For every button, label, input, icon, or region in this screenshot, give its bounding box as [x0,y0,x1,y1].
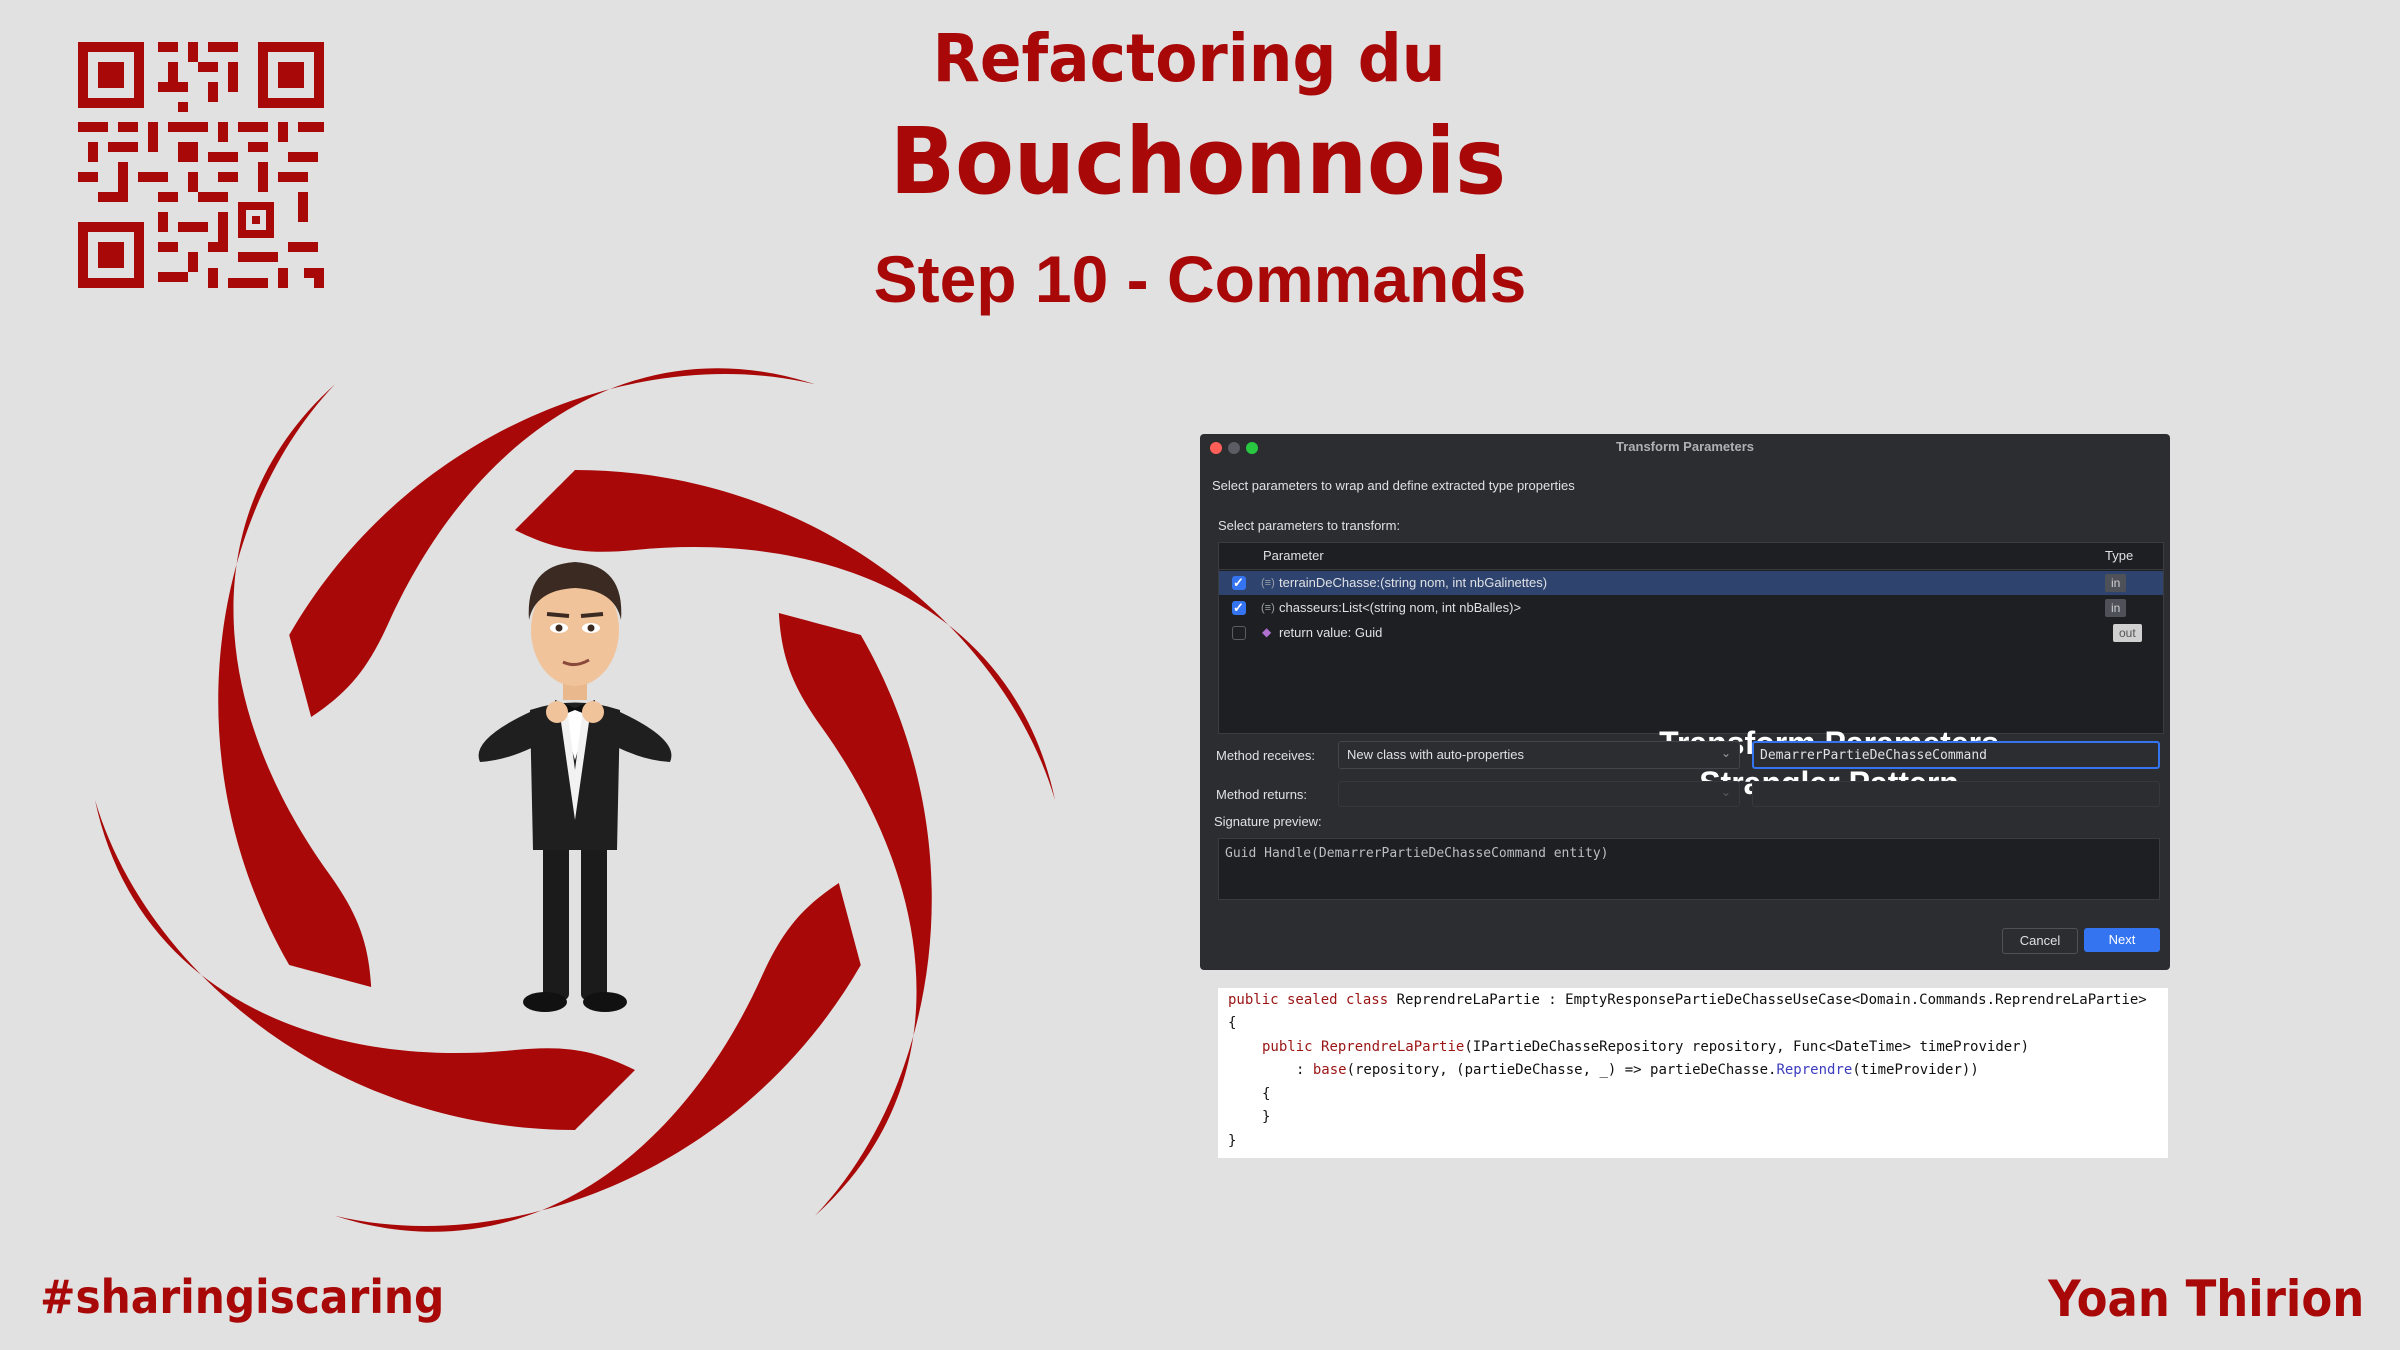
method-receives-label: Method receives: [1216,748,1315,763]
code-snippet: public sealed class ReprendreLaPartie : … [1218,988,2168,1158]
parameter-type-badge[interactable]: out [2113,624,2142,642]
parameter-type-badge[interactable]: in [2105,599,2127,617]
cancel-button[interactable]: Cancel [2002,928,2078,954]
table-row[interactable]: (≡) terrainDeChasse:(string nom, int nbG… [1219,571,2163,595]
table-row[interactable]: (≡) chasseurs:List<(string nom, int nbBa… [1219,596,2163,620]
avatar-in-tuxedo [478,562,672,1012]
select-parameters-label: Select parameters to transform: [1218,518,1401,533]
slide-subtitle: Step 10 - Commands [873,242,1527,316]
signature-preview-text: Guid Handle(DemarrerPartieDeChasseComman… [1225,846,1609,861]
parameter-label: chasseurs:List<(string nom, int nbBalles… [1279,600,1522,615]
code-line: public sealed class ReprendreLaPartie : … [1228,992,2147,1008]
code-line: } [1262,1109,1271,1125]
method-receives-value: New class with auto-properties [1347,747,1525,762]
row-checkbox[interactable] [1232,626,1246,640]
parameter-icon: (≡) [1261,602,1275,614]
parameter-type-badge[interactable]: in [2105,574,2127,592]
column-header-type[interactable]: Type [2105,543,2133,569]
class-name-value: DemarrerPartieDeChasseCommand [1760,748,1987,763]
parameters-table: Parameter Type (≡) terrainDeChasse:(stri… [1218,542,2164,801]
code-line: : base(repository, (partieDeChasse, _) =… [1296,1062,1979,1078]
signature-preview: Guid Handle(DemarrerPartieDeChasseComman… [1218,838,2160,900]
code-line: { [1228,1015,1237,1031]
author-footer: Yoan Thirion [2047,1270,2364,1328]
hashtag-footer: #sharingiscaring [40,1270,445,1324]
dialog-description: Select parameters to wrap and define ext… [1212,478,1575,493]
parameter-label: terrainDeChasse:(string nom, int nbGalin… [1279,575,1548,590]
close-window-icon[interactable] [1210,442,1222,454]
parameter-label: return value: Guid [1279,625,1383,640]
table-row[interactable]: ◆ return value: Guid out [1219,621,2163,645]
method-receives-dropdown[interactable]: New class with auto-properties ⌄ [1338,741,1740,769]
next-button[interactable]: Next [2084,928,2160,952]
parameter-icon: (≡) [1261,577,1275,589]
code-line: } [1228,1133,1237,1149]
column-header-parameter[interactable]: Parameter [1263,543,1324,569]
slide-title-line1: Refactoring du [932,20,1446,97]
method-returns-label: Method returns: [1216,787,1308,802]
spiral-logo-image [95,368,1055,1232]
return-value-icon: ◆ [1262,625,1272,639]
transform-parameters-dialog: Transform Parameters Select parameters t… [1200,434,2170,970]
code-line: public ReprendreLaPartie(IPartieDeChasse… [1262,1039,2030,1055]
method-returns-dropdown[interactable]: ⌄ [1338,781,1740,807]
class-name-input[interactable]: DemarrerPartieDeChasseCommand [1752,741,2160,769]
dialog-titlebar: Transform Parameters [1200,434,2170,460]
row-checkbox[interactable] [1232,596,1246,620]
table-header: Parameter Type [1219,543,2163,570]
return-name-input[interactable] [1752,781,2160,807]
code-line: { [1262,1086,1271,1102]
chevron-down-icon: ⌄ [1720,785,1731,799]
signature-preview-label: Signature preview: [1214,814,1322,829]
slide-title-line2: Bouchonnois [889,108,1507,215]
chevron-down-icon: ⌄ [1720,746,1731,760]
dialog-title: Transform Parameters [1615,439,1754,454]
row-checkbox[interactable] [1232,571,1246,595]
zoom-window-icon[interactable] [1246,442,1258,454]
minimize-window-icon[interactable] [1228,442,1240,454]
